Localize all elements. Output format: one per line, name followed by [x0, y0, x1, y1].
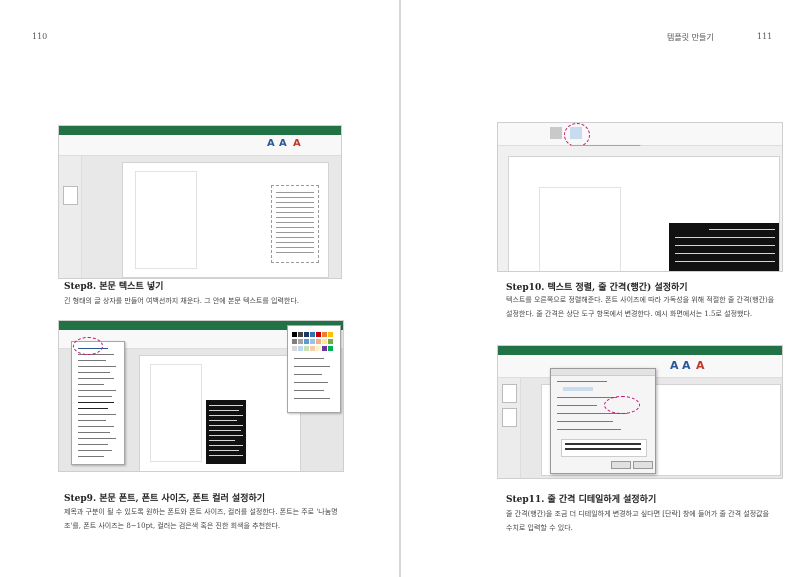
- step8-body: 긴 형태의 글 상자를 만들어 여백선까지 채운다. 그 안에 본문 텍스트를 …: [64, 297, 300, 305]
- page-thumbnails: [59, 156, 82, 278]
- page-thumbnail: [502, 408, 517, 427]
- font-a-icon: A: [682, 359, 691, 372]
- running-head: 템플릿 만들기: [667, 33, 714, 42]
- app-ribbon: [59, 126, 341, 135]
- margin-guide: [150, 364, 202, 462]
- document-page: [139, 355, 301, 471]
- font-a-icon: A: [670, 359, 679, 372]
- page-thumbnails: [498, 378, 521, 478]
- page-number-right: 111: [757, 32, 773, 41]
- step9-body: 제목과 구분이 될 수 있도록 원하는 폰트와 폰트 사이즈, 컬러를 설정한다…: [64, 508, 338, 530]
- step10-screenshot: [497, 122, 783, 272]
- book-spread: 110 A A A Step8. 본문 텍스트 넣기 긴 형태의 글 상자를 만…: [0, 0, 800, 577]
- step10-body: 텍스트를 오른쪽으로 정렬해준다. 폰트 사이즈에 따라 가독성을 위해 적절한…: [506, 296, 775, 318]
- left-page: 110 A A A Step8. 본문 텍스트 넣기 긴 형태의 글 상자를 만…: [0, 0, 399, 577]
- document-canvas: [498, 146, 782, 271]
- highlight-circle: [564, 123, 590, 147]
- step9-title: Step9. 본문 폰트, 폰트 사이즈, 폰트 컬러 설정하기: [64, 494, 266, 504]
- step11-body: 줄 간격(행간)을 조금 더 디테일하게 변경하고 싶다면 [단락] 창에 들어…: [506, 510, 770, 532]
- font-a-icon: A: [279, 138, 287, 149]
- step11-screenshot: A A A: [497, 345, 783, 479]
- font-a-icon: A: [293, 138, 301, 149]
- dark-text-box: [206, 400, 246, 464]
- document-page: [508, 156, 780, 271]
- step8-screenshot: A A A: [58, 125, 342, 279]
- step9-screenshot: [58, 320, 344, 472]
- margin-guide: [539, 187, 621, 271]
- step11-title: Step11. 줄 간격 디테일하게 설정하기: [506, 495, 657, 505]
- font-a-icon: A: [267, 138, 275, 149]
- app-ribbon: [498, 346, 782, 355]
- font-list-dropdown[interactable]: [71, 341, 125, 465]
- align-right-icon[interactable]: [550, 127, 562, 139]
- app-toolbar: A A A: [59, 135, 341, 156]
- font-color-palette[interactable]: [287, 325, 341, 413]
- step8-title: Step8. 본문 텍스트 넣기: [64, 282, 164, 292]
- page-thumbnail: [502, 384, 517, 403]
- app-toolbar: [498, 123, 782, 146]
- highlight-circle: [604, 396, 640, 414]
- right-page: 템플릿 만들기 111 Step10. 텍스트 정렬, 줄 간격(행간) 설정하…: [401, 0, 800, 577]
- highlight-circle: [73, 337, 103, 355]
- dark-text-box: [669, 223, 779, 271]
- page-number-left: 110: [32, 32, 48, 41]
- font-a-icon: A: [696, 359, 705, 372]
- paragraph-dialog[interactable]: [550, 368, 656, 474]
- document-canvas: [82, 156, 341, 278]
- document-page: [122, 162, 329, 278]
- body-text-box: [271, 185, 319, 263]
- step10-title: Step10. 텍스트 정렬, 줄 간격(행간) 설정하기: [506, 283, 688, 293]
- margin-guide: [135, 171, 197, 269]
- page-thumbnail: [63, 186, 78, 205]
